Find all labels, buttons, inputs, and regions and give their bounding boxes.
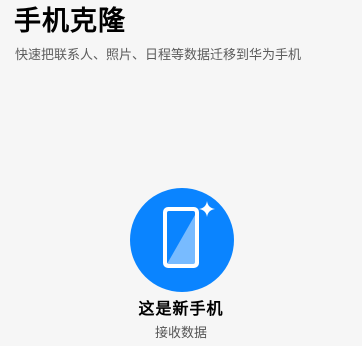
page-title: 手机克隆	[14, 6, 126, 37]
new-phone-label: 这是新手机	[138, 299, 224, 318]
new-phone-button[interactable]	[130, 188, 234, 292]
page-subtitle: 快速把联系人、照片、日程等数据迁移到华为手机	[15, 48, 302, 63]
new-phone-option[interactable]: 这是新手机 接收数据	[0, 188, 362, 346]
phone-sparkle-icon	[163, 201, 215, 268]
receive-data-label: 接收数据	[154, 326, 207, 341]
phone-clone-screen: 手机克隆 快速把联系人、照片、日程等数据迁移到华为手机 这是新手机 接收数据	[0, 0, 362, 346]
